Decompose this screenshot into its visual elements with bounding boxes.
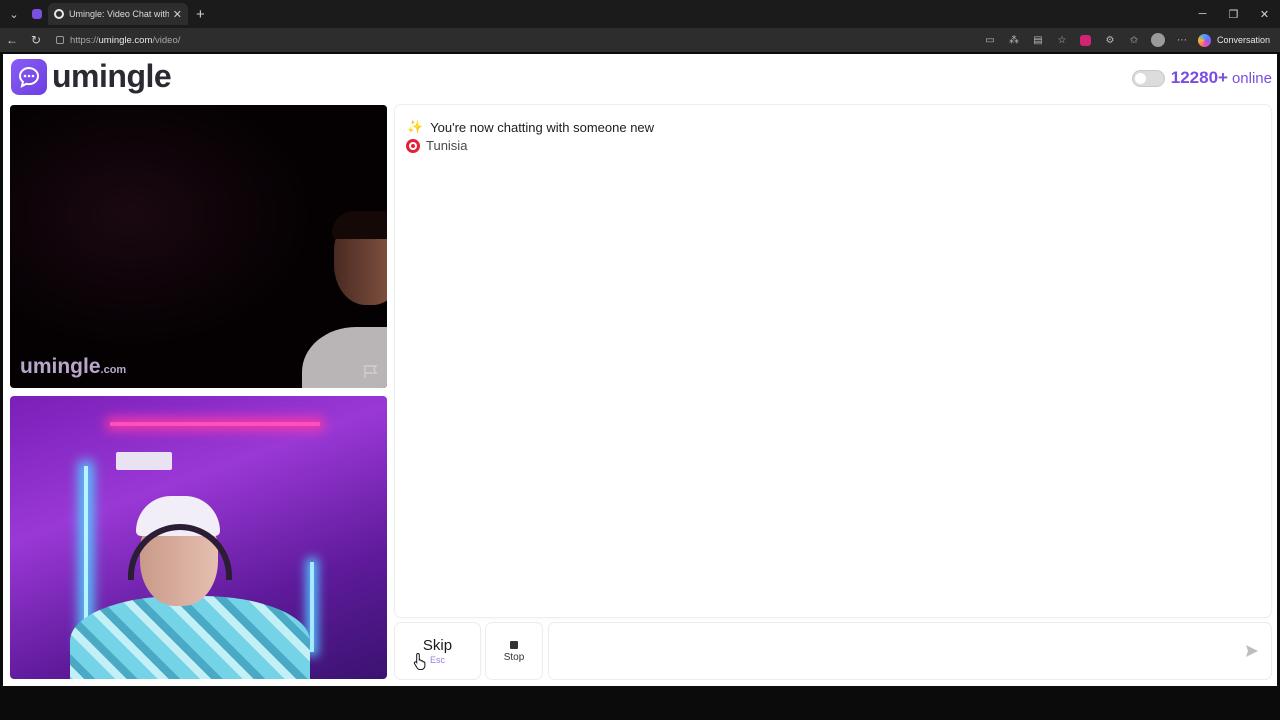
browser-tabbar: ⌄ Umingle: Video Chat with Stra ✕ + ─ ❐ … (0, 0, 1280, 28)
umingle-page: umingle 12280+ online umingle.com ✨ You'… (3, 54, 1277, 686)
watermark-suffix: .com (100, 364, 127, 376)
reader-mode-icon[interactable]: ▤ (1026, 28, 1050, 52)
remote-person-image (302, 211, 387, 388)
status-message: You're now chatting with someone new (430, 119, 655, 135)
tab-umingle-video-chat[interactable]: Umingle: Video Chat with Stra ✕ (48, 3, 188, 25)
extensions-puzzle-icon[interactable]: ⚙ (1098, 28, 1122, 52)
url-field[interactable]: https://umingle.com/video/ (56, 35, 180, 46)
skip-shortcut: Esc (429, 655, 445, 665)
site-logo[interactable]: umingle (11, 58, 172, 95)
hand-cursor-icon (413, 652, 426, 670)
url-path: /video/ (152, 34, 181, 46)
video-watermark: umingle.com (20, 355, 126, 379)
tab-close-icon[interactable]: ✕ (173, 8, 182, 21)
favorite-star-icon[interactable]: ☆ (1050, 28, 1074, 52)
system-message: ✨ You're now chatting with someone new (407, 119, 654, 135)
tab-umingle-pinned[interactable] (29, 3, 44, 25)
chat-log: ✨ You're now chatting with someone new T… (395, 105, 1271, 617)
conversation-label: Conversation (1216, 35, 1270, 45)
camera-icon[interactable]: ▭ (978, 28, 1002, 52)
restore-icon[interactable]: ❐ (1218, 0, 1249, 28)
theme-toggle[interactable] (1131, 69, 1165, 87)
online-indicator: 12280+ online (1131, 68, 1272, 88)
sparkle-icon: ✨ (407, 119, 424, 134)
online-count: 12280+ (1170, 68, 1228, 87)
stop-square-icon (510, 641, 518, 649)
tab-list-chevron-icon[interactable]: ⌄ (3, 4, 25, 24)
chat-bubble-logo-icon (11, 58, 47, 95)
browser-addressbar: ← ↻ https://umingle.com/video/ ▭ ⁂ ▤ ☆ ⚙… (0, 28, 1280, 52)
window-controls: ─ ❐ ✕ (1187, 0, 1280, 28)
back-arrow-icon[interactable]: ← (0, 28, 24, 52)
logo-text: umingle (52, 58, 172, 94)
more-options-icon[interactable]: ⋯ (1170, 28, 1194, 52)
remote-video: umingle.com (10, 105, 387, 388)
report-flag-icon[interactable] (363, 364, 379, 378)
country-name: Tunisia (426, 138, 468, 153)
online-label: online (1231, 69, 1272, 87)
send-icon[interactable] (1245, 644, 1259, 658)
window-close-icon[interactable]: ✕ (1249, 0, 1280, 28)
umingle-favicon-icon (31, 9, 42, 19)
extension-icon[interactable] (1074, 28, 1098, 52)
tab-title: Umingle: Video Chat with Stra (69, 9, 169, 19)
chat-controls: Skip Esc Stop (395, 623, 1271, 679)
stop-label: Stop (503, 652, 525, 663)
favorites-list-icon[interactable]: ✩ (1122, 28, 1146, 52)
skip-button[interactable]: Skip Esc (395, 623, 480, 679)
tunisia-flag-icon (406, 138, 420, 153)
watermark-main: umingle (20, 355, 101, 378)
local-person-image (70, 596, 310, 679)
new-tab-plus-icon[interactable]: + (196, 6, 205, 23)
local-video (10, 396, 387, 679)
message-input[interactable] (549, 623, 1271, 679)
globe-icon (54, 9, 64, 19)
toolbar-icons: ▭ ⁂ ▤ ☆ ⚙ ✩ ⋯ Conversation (978, 28, 1280, 52)
copilot-icon (1197, 33, 1211, 47)
profile-avatar-icon[interactable] (1146, 28, 1170, 52)
stop-button[interactable]: Stop (486, 623, 542, 679)
skip-label: Skip (422, 637, 453, 654)
url-host: umingle.com (98, 34, 153, 46)
site-info-icon[interactable] (56, 36, 64, 44)
minimize-icon[interactable]: ─ (1187, 0, 1218, 28)
translate-icon[interactable]: ⁂ (1002, 28, 1026, 52)
partner-country: Tunisia (406, 138, 467, 153)
copilot-conversation-button[interactable]: Conversation (1194, 33, 1280, 47)
url-prefix: https:// (70, 34, 99, 46)
reload-icon[interactable]: ↻ (24, 28, 48, 52)
